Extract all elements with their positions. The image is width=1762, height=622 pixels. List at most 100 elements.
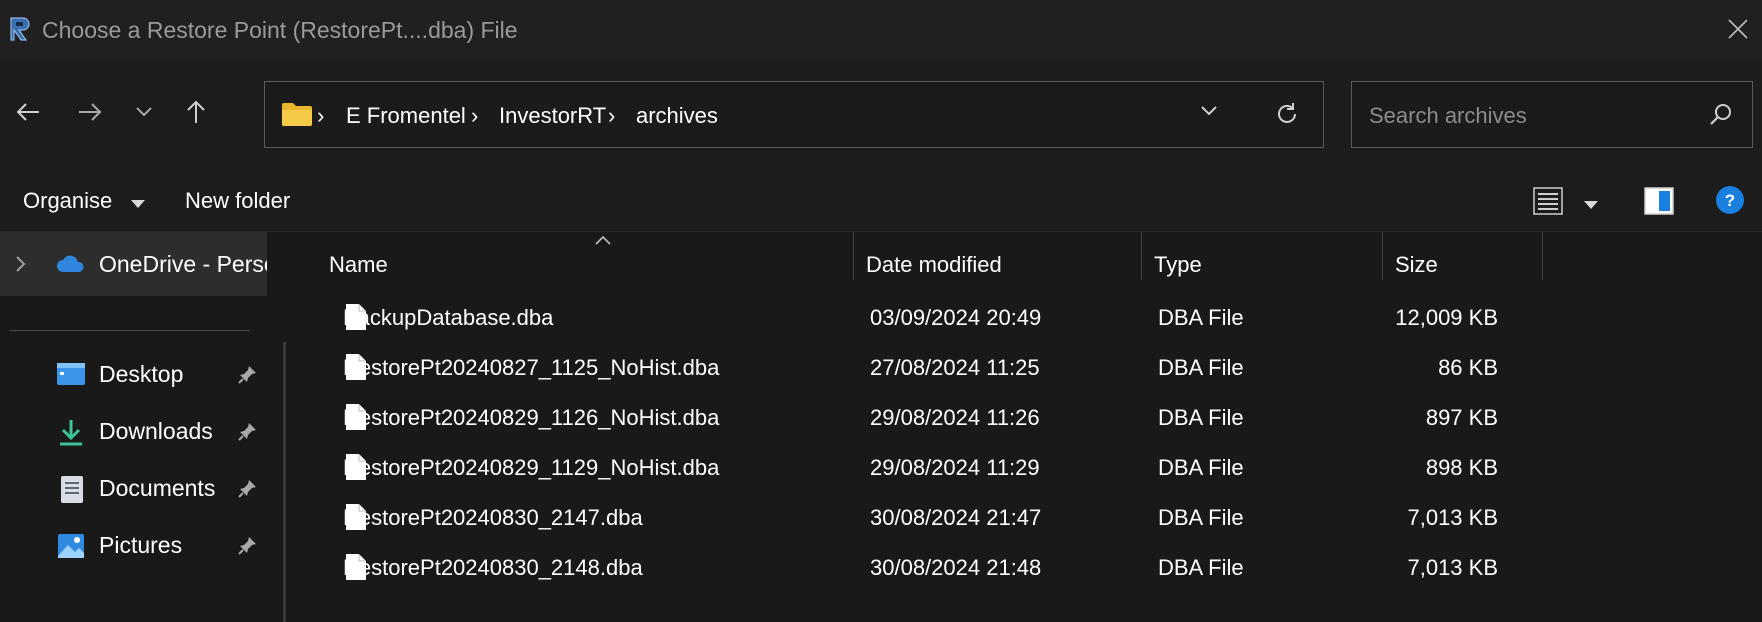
file-size: 7,013 KB [1407, 555, 1498, 580]
column-divider[interactable] [1382, 232, 1383, 280]
address-bar[interactable]: › E Fromentel › InvestorRT › archives [264, 81, 1324, 148]
downloads-icon [56, 417, 86, 452]
search-input[interactable]: Search archives [1369, 103, 1527, 129]
close-icon [1728, 19, 1748, 39]
file-list: Name Date modified Type Size BackupDatab… [305, 232, 1762, 622]
pin-icon[interactable] [238, 535, 258, 560]
back-arrow-icon [16, 103, 39, 121]
table-row[interactable]: RestorePt20240827_1125_NoHist.dba 27/08/… [305, 340, 1762, 396]
sidebar-item-label: Documents [99, 475, 216, 501]
column-divider[interactable] [853, 232, 854, 280]
documents-icon [56, 474, 86, 509]
file-name: RestorePt20240829_1129_NoHist.dba [343, 455, 720, 480]
breadcrumb-e-fromentel[interactable]: E Fromentel [346, 103, 466, 129]
help-icon[interactable]: ? [1715, 185, 1745, 220]
address-dropdown-button[interactable] [1200, 104, 1218, 122]
column-header-date-modified[interactable]: Date modified [866, 244, 1002, 290]
file-type: DBA File [1158, 455, 1244, 480]
title-bar: Choose a Restore Point (RestorePt....dba… [0, 0, 1762, 58]
recent-locations-button[interactable] [122, 90, 166, 134]
folder-icon [281, 101, 313, 132]
sidebar-item-pictures[interactable]: Pictures [0, 518, 267, 574]
file-type: DBA File [1158, 555, 1244, 580]
new-folder-button[interactable]: New folder [185, 188, 290, 214]
breadcrumb-separator: › [317, 103, 325, 128]
close-button[interactable] [1718, 10, 1758, 48]
organise-caret-icon[interactable] [131, 196, 145, 214]
breadcrumb-investorrt[interactable]: InvestorRT [499, 103, 606, 129]
file-type: DBA File [1158, 355, 1244, 380]
navigation-bar: › E Fromentel › InvestorRT › archives Se… [0, 58, 1762, 168]
sidebar-item-label: Desktop [99, 361, 184, 387]
pin-icon[interactable] [238, 421, 258, 446]
file-size: 86 KB [1438, 355, 1498, 380]
sidebar-item-onedrive[interactable]: OneDrive - Perso [0, 232, 267, 296]
file-size: 897 KB [1425, 405, 1498, 430]
file-name: RestorePt20240827_1125_NoHist.dba [343, 355, 720, 380]
svg-text:?: ? [1725, 191, 1735, 210]
table-row[interactable]: BackupDatabase.dba 03/09/2024 20:49 DBA … [305, 290, 1762, 346]
sidebar-item-label: Downloads [99, 418, 213, 444]
file-date: 29/08/2024 11:29 [870, 455, 1040, 480]
pin-icon[interactable] [238, 364, 258, 389]
sidebar-divider [10, 330, 250, 331]
table-row[interactable]: RestorePt20240830_2147.dba 30/08/2024 21… [305, 490, 1762, 546]
view-options-caret-icon[interactable] [1584, 197, 1598, 215]
up-arrow-icon [187, 100, 205, 123]
file-type: DBA File [1158, 505, 1244, 530]
file-date: 03/09/2024 20:49 [870, 305, 1042, 330]
column-divider[interactable] [1542, 232, 1543, 280]
file-name: RestorePt20240830_2147.dba [343, 505, 643, 530]
breadcrumb-archives[interactable]: archives [636, 103, 718, 129]
search-box[interactable]: Search archives [1351, 81, 1753, 148]
pictures-icon [56, 531, 86, 566]
refresh-icon [1278, 103, 1296, 123]
onedrive-cloud-icon [56, 254, 86, 279]
sidebar-scrollbar[interactable] [283, 342, 286, 622]
back-button[interactable] [6, 90, 50, 134]
file-size: 12,009 KB [1395, 305, 1498, 330]
up-button[interactable] [174, 90, 218, 134]
file-type: DBA File [1158, 405, 1244, 430]
desktop-icon [56, 360, 86, 393]
table-row[interactable]: RestorePt20240829_1126_NoHist.dba 29/08/… [305, 390, 1762, 446]
sort-ascending-icon [595, 232, 611, 250]
file-date: 29/08/2024 11:26 [870, 405, 1040, 430]
file-size: 898 KB [1425, 455, 1498, 480]
organise-button[interactable]: Organise [23, 188, 112, 214]
file-date: 30/08/2024 21:48 [870, 555, 1042, 580]
sidebar-item-label: OneDrive - Perso [99, 251, 267, 277]
command-bar: Organise New folder ? [0, 168, 1762, 232]
column-header-name[interactable]: Name [329, 244, 388, 290]
file-size: 7,013 KB [1407, 505, 1498, 530]
refresh-button[interactable] [1273, 100, 1301, 133]
file-name: RestorePt20240830_2148.dba [343, 555, 643, 580]
forward-button[interactable] [68, 90, 112, 134]
column-header-type[interactable]: Type [1154, 244, 1202, 290]
file-name: BackupDatabase.dba [343, 305, 554, 330]
search-icon[interactable] [1708, 102, 1734, 133]
file-type: DBA File [1158, 305, 1244, 330]
pin-icon[interactable] [238, 478, 258, 503]
preview-pane-icon[interactable] [1644, 187, 1674, 220]
column-header-size[interactable]: Size [1395, 244, 1438, 290]
sidebar-item-documents[interactable]: Documents [0, 461, 267, 517]
navigation-pane: OneDrive - Perso Desktop Downloads Docum… [0, 232, 305, 622]
expand-chevron-icon[interactable] [15, 255, 27, 278]
sidebar-item-desktop[interactable]: Desktop [0, 347, 267, 403]
sidebar-item-label: Pictures [99, 532, 183, 558]
column-divider[interactable] [1141, 232, 1142, 280]
sidebar-item-downloads[interactable]: Downloads [0, 404, 267, 460]
list-view-icon[interactable] [1533, 187, 1563, 220]
file-date: 30/08/2024 21:47 [870, 505, 1042, 530]
file-name: RestorePt20240829_1126_NoHist.dba [343, 405, 720, 430]
column-header-row: Name Date modified Type Size [305, 232, 1762, 290]
breadcrumb-separator: › [608, 103, 616, 128]
chevron-down-icon [136, 107, 152, 117]
chevron-down-icon [1201, 106, 1217, 116]
table-row[interactable]: RestorePt20240829_1129_NoHist.dba 29/08/… [305, 440, 1762, 496]
table-row[interactable]: RestorePt20240830_2148.dba 30/08/2024 21… [305, 540, 1762, 596]
breadcrumb-separator: › [471, 103, 479, 128]
window-title: Choose a Restore Point (RestorePt....dba… [42, 17, 518, 43]
forward-arrow-icon [79, 103, 102, 121]
